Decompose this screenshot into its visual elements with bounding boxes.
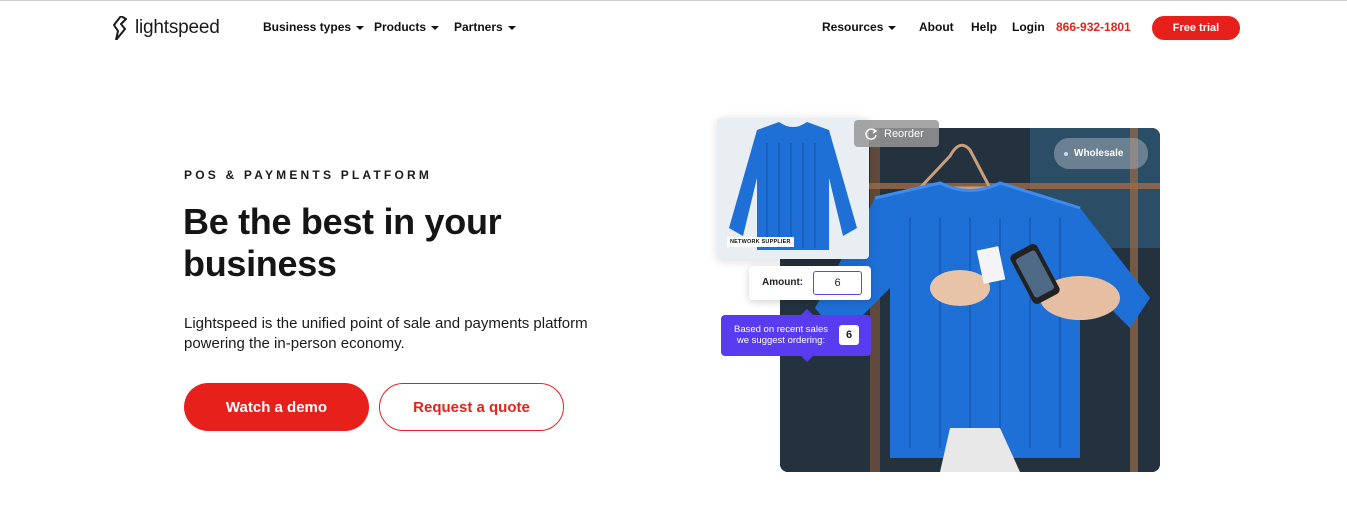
nav-help[interactable]: Help	[971, 20, 997, 34]
reorder-label: Reorder	[884, 127, 924, 140]
amount-input: 6	[813, 271, 862, 295]
free-trial-button[interactable]: Free trial	[1152, 16, 1240, 40]
request-quote-button[interactable]: Request a quote	[379, 383, 564, 431]
product-card: NETWORK SUPPLIER	[717, 118, 869, 259]
status-dot-icon	[1064, 151, 1068, 156]
nav-resources[interactable]: Resources	[822, 20, 897, 34]
suggestion-value: 6	[839, 325, 859, 345]
nav-products-label: Products	[374, 20, 427, 34]
site-header: lightspeed Business types Products Partn…	[0, 1, 1347, 55]
wholesale-badge: Wholesale	[1054, 138, 1148, 169]
caret-down-icon	[888, 25, 897, 30]
logo-wordmark: lightspeed	[135, 17, 220, 38]
hero-eyebrow: POS & PAYMENTS PLATFORM	[184, 168, 433, 182]
reorder-badge: Reorder	[854, 120, 939, 147]
refresh-icon	[865, 127, 878, 140]
nav-partners-label: Partners	[454, 20, 503, 34]
caret-down-icon	[431, 25, 440, 30]
network-supplier-tag: NETWORK SUPPLIER	[727, 237, 794, 247]
nav-business-types[interactable]: Business types	[263, 20, 365, 34]
phone-link[interactable]: 866-932-1801	[1056, 20, 1131, 34]
nav-business-types-label: Business types	[263, 20, 352, 34]
nav-products[interactable]: Products	[374, 20, 440, 34]
flame-logo-icon	[113, 16, 127, 40]
nav-resources-label: Resources	[822, 20, 884, 34]
lightspeed-logo[interactable]: lightspeed	[113, 15, 220, 41]
wholesale-label: Wholesale	[1074, 148, 1124, 159]
amount-card: Amount: 6	[749, 266, 871, 300]
nav-partners[interactable]: Partners	[454, 20, 516, 34]
hero-description: Lightspeed is the unified point of sale …	[184, 315, 588, 352]
caret-down-icon	[356, 25, 365, 30]
nav-login[interactable]: Login	[1012, 20, 1045, 34]
nav-about[interactable]: About	[919, 20, 954, 34]
amount-label: Amount:	[762, 277, 804, 288]
watch-demo-button[interactable]: Watch a demo	[184, 383, 369, 431]
hero-headline: Be the best in your business	[183, 201, 502, 284]
caret-down-icon	[507, 25, 516, 30]
suggestion-card: Based on recent sales we suggest orderin…	[721, 309, 871, 362]
suggestion-text: Based on recent sales we suggest orderin…	[733, 324, 828, 346]
